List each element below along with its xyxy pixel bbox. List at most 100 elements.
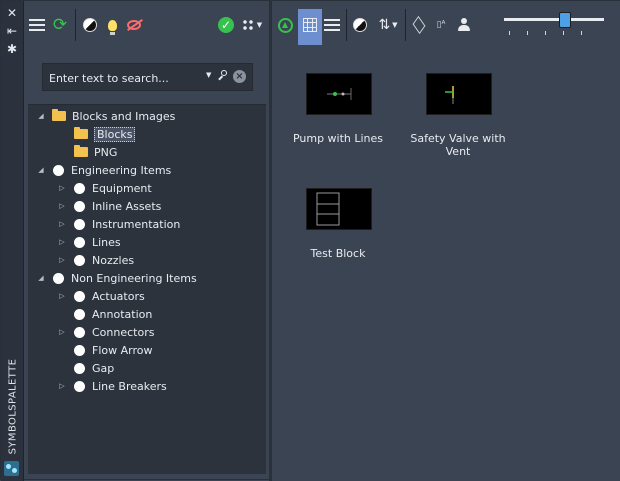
tree-item-inline-assets[interactable]: ▷ Inline Assets (57, 197, 161, 215)
circle-icon (74, 236, 85, 248)
sort-icon: ⇅ (378, 17, 391, 33)
palette-title-strip: ✕ ⇤ ✱ SYMBOLSPALETTE (1, 1, 24, 481)
tree-item-actuators[interactable]: ▷ Actuators (57, 287, 144, 305)
collapse-arrow-icon[interactable]: ▷ (57, 256, 67, 264)
circle-icon (74, 218, 85, 230)
thumbnail-size-slider[interactable] (504, 11, 604, 39)
circle-icon (74, 344, 85, 356)
collapse-arrow-icon[interactable]: ▷ (57, 202, 67, 210)
palette-app-icon[interactable] (4, 461, 19, 476)
circle-icon (74, 182, 85, 194)
list-view-button[interactable] (321, 13, 343, 37)
symbol-gallery: Pump with Lines Safety Valve with Vent T… (272, 49, 620, 481)
green-triangle-icon (277, 17, 293, 33)
safety-valve-symbol-preview (445, 86, 454, 104)
slider-ticks (509, 31, 599, 35)
tree-item-label: Gap (92, 361, 115, 375)
tree-item-label: Flow Arrow (92, 343, 153, 357)
expand-arrow-icon[interactable]: ◢ (36, 166, 46, 174)
tree-item-instrumentation[interactable]: ▷ Instrumentation (57, 215, 180, 233)
sort-dropdown[interactable]: ⇅ ▼ (373, 13, 403, 37)
tree-item-equipment[interactable]: ▷ Equipment (57, 179, 151, 197)
tree-item-png[interactable]: PNG (68, 143, 117, 161)
category-tree: ◢ Blocks and Images Blocks PNG ◢ Engineeri… (28, 104, 266, 474)
contrast-button[interactable] (79, 13, 101, 37)
symbol-thumbnail-pump[interactable] (306, 73, 372, 115)
contrast-toggle-button[interactable] (349, 13, 371, 37)
green-triangle-button[interactable] (274, 13, 296, 37)
tree-item-annotation[interactable]: Annotation (57, 305, 152, 323)
autohide-icon[interactable]: ⇤ (5, 24, 19, 38)
collapse-arrow-icon[interactable]: ▷ (57, 238, 67, 246)
collapse-arrow-icon[interactable]: ▷ (57, 382, 67, 390)
tree-item-blocks[interactable]: Blocks (68, 125, 136, 143)
collapse-arrow-icon[interactable]: ▷ (57, 292, 67, 300)
table-view-button[interactable] (299, 13, 321, 37)
tree-panel: ▼ × ◢ Blocks and Images Blocks PNG ◢ Engin… (24, 49, 269, 474)
tree-item-label: PNG (94, 145, 118, 159)
tree-item-line-breakers[interactable]: ▷ Line Breakers (57, 377, 166, 395)
caption-line: Vent (445, 145, 471, 158)
check-button[interactable]: ✓ (215, 13, 237, 37)
tree-item-gap[interactable]: Gap (57, 359, 114, 377)
tree-item-label: Lines (92, 235, 121, 249)
table-view-icon (303, 18, 317, 32)
circle-icon (53, 272, 64, 284)
settings-icon[interactable]: ✱ (5, 42, 19, 56)
search-box: ▼ × (42, 63, 253, 91)
user-button[interactable] (453, 13, 475, 37)
palette-vertical-label: SYMBOLSPALETTE (7, 358, 19, 455)
lightbulb-button[interactable] (101, 13, 123, 37)
symbol-caption-pump: Pump with Lines (292, 132, 384, 145)
circle-icon (74, 200, 85, 212)
tree-item-lines[interactable]: ▷ Lines (57, 233, 121, 251)
visibility-off-icon (127, 20, 141, 30)
text-symbol-icon: ▯ᴬ (436, 19, 446, 30)
slider-thumb[interactable] (559, 12, 571, 28)
grid-view-dropdown[interactable]: ▼ (237, 13, 267, 37)
symbol-caption-safety-valve: Safety Valve with Vent (398, 132, 518, 158)
search-input[interactable] (47, 69, 201, 87)
tree-item-flow-arrow[interactable]: Flow Arrow (57, 341, 152, 359)
collapse-arrow-icon[interactable]: ▷ (57, 184, 67, 192)
tree-item-engineering-items[interactable]: ◢ Engineering Items (36, 161, 171, 179)
tree-item-label: Blocks (94, 126, 136, 142)
circle-icon (74, 326, 85, 338)
chevron-down-icon: ▼ (256, 21, 263, 29)
circle-icon (74, 380, 85, 392)
collapse-arrow-icon[interactable]: ▷ (57, 220, 67, 228)
expand-arrow-icon[interactable]: ◢ (36, 112, 46, 120)
toolbar-separator (405, 9, 406, 41)
symbol-palette-window: ✕ ⇤ ✱ SYMBOLSPALETTE ⟳ ✓ ▼ ⇅ ▼ ▯ᴬ Enter … (0, 0, 620, 481)
tree-item-nozzles[interactable]: ▷ Nozzles (57, 251, 134, 269)
user-icon (457, 18, 471, 32)
visibility-off-button[interactable] (123, 13, 145, 37)
menu-button[interactable] (26, 13, 48, 37)
circle-icon (53, 164, 64, 176)
expand-arrow-icon[interactable]: ◢ (36, 274, 46, 282)
close-icon[interactable]: ✕ (5, 6, 19, 20)
symbol-caption-test-block: Test Block (310, 247, 366, 260)
chevron-down-icon[interactable]: ▼ (206, 71, 211, 79)
tree-item-blocks-and-images[interactable]: ◢ Blocks and Images (36, 107, 175, 125)
menu-icon (29, 19, 45, 31)
symbol-thumbnail-safety-valve[interactable] (426, 73, 492, 115)
caption-line: Safety Valve with (410, 132, 506, 145)
folder-icon (74, 145, 88, 157)
symbol-thumbnail-test-block[interactable] (306, 188, 372, 230)
clear-icon[interactable]: × (233, 70, 246, 83)
search-icon[interactable] (218, 70, 228, 80)
tree-item-connectors[interactable]: ▷ Connectors (57, 323, 154, 341)
refresh-button[interactable]: ⟳ (49, 13, 71, 37)
layers-icon (412, 15, 426, 35)
tree-item-label: Inline Assets (92, 199, 162, 213)
text-symbol-button[interactable]: ▯ᴬ (430, 13, 452, 37)
layers-button[interactable] (408, 13, 430, 37)
folder-icon (74, 127, 88, 139)
tree-item-label: Annotation (92, 307, 153, 321)
chevron-down-icon: ▼ (392, 21, 398, 29)
tree-item-non-engineering-items[interactable]: ◢ Non Engineering Items (36, 269, 196, 287)
collapse-arrow-icon[interactable]: ▷ (57, 328, 67, 336)
circle-icon (74, 308, 85, 320)
tree-item-label: Instrumentation (92, 217, 181, 231)
